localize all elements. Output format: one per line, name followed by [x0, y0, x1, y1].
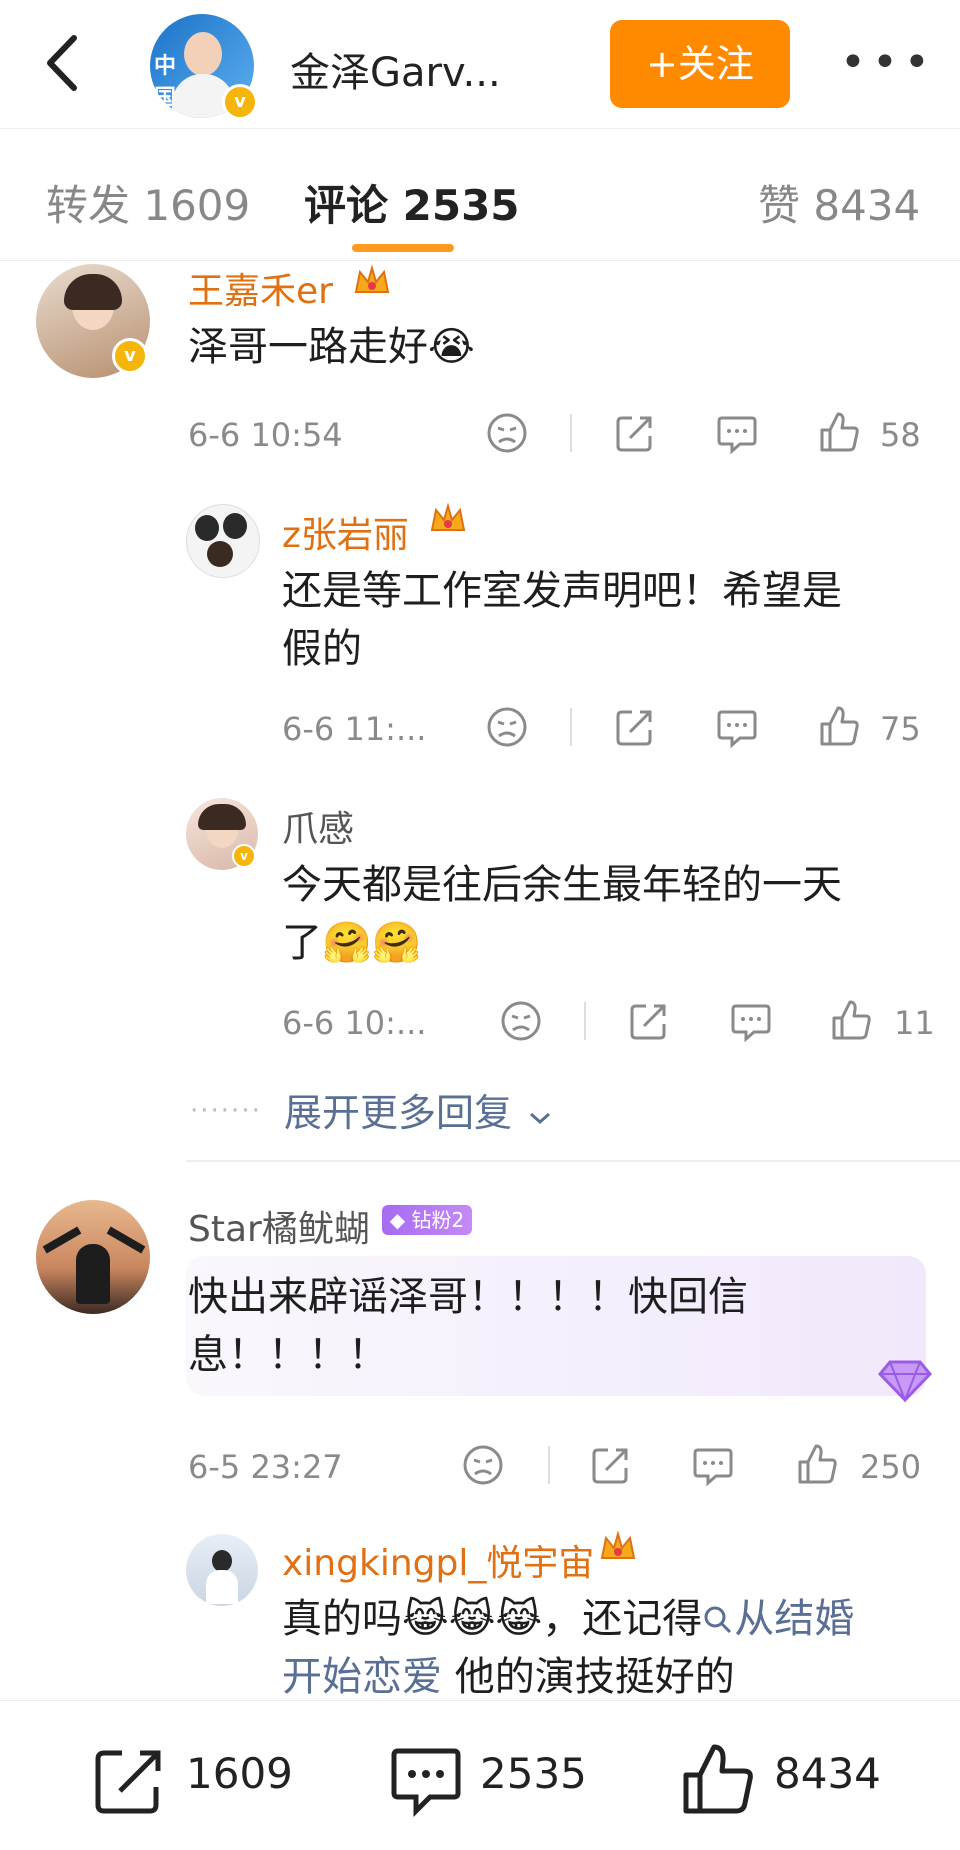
comment-divider — [186, 1160, 960, 1162]
like-thumb-icon[interactable] — [818, 410, 860, 454]
comment-icon[interactable] — [692, 1446, 734, 1486]
comment-time: 6-5 23:27 — [188, 1448, 343, 1486]
share-icon[interactable] — [628, 1000, 670, 1042]
fan-badge: ◆ 钻粉2 — [382, 1205, 472, 1235]
like-thumb-icon[interactable] — [796, 1442, 838, 1486]
like-thumb-icon[interactable] — [830, 998, 872, 1042]
comment-username[interactable]: 王嘉禾er — [188, 262, 333, 314]
reply-username[interactable]: z张岩丽 — [282, 506, 409, 558]
crown-icon — [354, 264, 390, 293]
reply-time: 6-6 10:... — [282, 1004, 427, 1042]
verified-badge-icon: v — [222, 84, 258, 120]
reply-avatar[interactable] — [186, 504, 260, 578]
comment-text: 快出来辟谣泽哥！！！！快回信 息！！！！ — [188, 1274, 748, 1378]
like-thumb-icon[interactable] — [818, 704, 860, 748]
like-count: 75 — [880, 710, 921, 748]
verified-badge-icon: v — [112, 338, 148, 374]
like-count: 58 — [880, 416, 921, 454]
share-icon[interactable] — [590, 1444, 632, 1486]
tab-bar: 转发 1609 评论 2535 赞 8434 — [0, 128, 960, 261]
comment-count[interactable]: 2535 — [480, 1749, 587, 1798]
bottom-action-bar: 1609 2535 8434 — [0, 1700, 960, 1850]
active-tab-indicator — [352, 244, 454, 252]
crown-icon — [600, 1530, 636, 1559]
search-icon — [704, 1606, 732, 1634]
like-count: 11 — [894, 1004, 935, 1042]
dislike-face-icon[interactable] — [486, 706, 528, 748]
comment-icon[interactable] — [716, 414, 758, 454]
chevron-down-icon — [530, 1112, 551, 1125]
like-count: 250 — [860, 1448, 922, 1486]
repost-count[interactable]: 1609 — [186, 1749, 293, 1798]
reply-avatar[interactable] — [186, 1534, 258, 1606]
comment-icon[interactable] — [730, 1002, 772, 1042]
verified-badge-icon: v — [232, 844, 256, 868]
comment-bubble-icon[interactable] — [388, 1745, 464, 1817]
tab-reposts[interactable]: 转发 1609 — [46, 172, 250, 233]
search-topic-link-continued[interactable]: 开始恋爱 — [282, 1654, 442, 1700]
comment-username[interactable]: Star橘鱿蝴 — [188, 1200, 370, 1252]
comment-text: 泽哥一路走好😭 — [188, 324, 475, 370]
share-icon[interactable] — [614, 706, 656, 748]
comment-avatar[interactable] — [36, 1200, 150, 1314]
comment-icon[interactable] — [716, 708, 758, 748]
follow-button[interactable]: +关注 — [610, 20, 790, 108]
reply-time: 6-6 11:... — [282, 710, 427, 748]
profile-name[interactable]: 金泽Garv... — [290, 40, 501, 98]
expand-replies-link[interactable]: 展开更多回复 — [284, 1082, 552, 1137]
diamond-gem-icon — [877, 1360, 933, 1403]
dislike-face-icon[interactable] — [486, 412, 528, 454]
expand-dots: ······· — [190, 1096, 262, 1126]
reply-text: 真的吗😹😹😹，还记得 从结婚 开始恋爱 他的演技挺好的 — [282, 1596, 855, 1700]
reply-text: 今天都是往后余生最年轻的一天 了🤗🤗 — [282, 862, 842, 966]
like-count-total[interactable]: 8434 — [774, 1749, 881, 1798]
crown-icon — [430, 502, 466, 531]
reply-username[interactable]: xingkingpl_悦宇宙 — [282, 1534, 594, 1586]
tab-comments[interactable]: 评论 2535 — [304, 172, 520, 233]
dislike-face-icon[interactable] — [462, 1444, 504, 1486]
back-arrow-icon[interactable] — [40, 30, 90, 96]
top-bar: 中国 青年 v 金泽Garv... +关注 ••• — [0, 0, 960, 129]
more-options-icon[interactable]: ••• — [840, 41, 936, 85]
share-icon[interactable] — [614, 412, 656, 454]
comment-time: 6-6 10:54 — [188, 416, 343, 454]
like-icon[interactable] — [680, 1741, 756, 1817]
repost-icon[interactable] — [92, 1745, 168, 1817]
dislike-face-icon[interactable] — [500, 1000, 542, 1042]
reply-username[interactable]: 爪感 — [282, 800, 354, 852]
reply-text: 还是等工作室发声明吧！希望是 假的 — [282, 568, 842, 672]
tab-likes[interactable]: 赞 8434 — [758, 172, 920, 233]
search-topic-link[interactable]: 从结婚 — [702, 1596, 854, 1642]
